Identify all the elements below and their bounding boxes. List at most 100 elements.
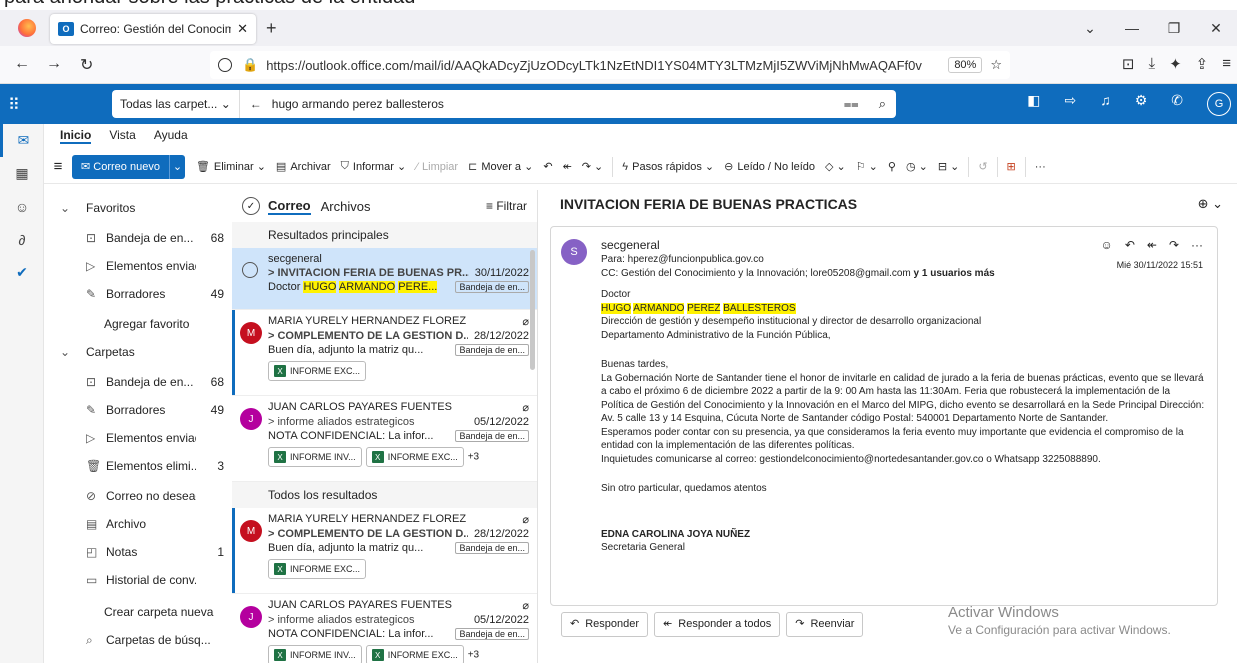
reload-icon[interactable]: ↻ [80,55,93,75]
attach-app-icon[interactable]: ∂ [0,223,44,256]
restore-icon[interactable]: ❐ [1153,20,1195,37]
apps-icon[interactable]: ⊞ [1002,160,1021,173]
folder-archive[interactable]: ▤ Archivo [60,514,224,534]
tab-list-icon[interactable]: ⌄ [1069,20,1111,37]
reply-all-icon[interactable]: ↞ [1147,237,1157,253]
shield-icon[interactable] [218,58,232,72]
read-unread-button[interactable]: ⊖ Leído / No leído [719,160,820,174]
reply-all-icon[interactable]: ↞ [558,160,577,173]
pocket-icon[interactable]: ⊡ [1122,55,1135,73]
tab-ayuda[interactable]: Ayuda [154,128,188,144]
archive-button[interactable]: ▤ Archivar [271,160,336,174]
cc-more[interactable]: y 1 usuarios más [914,268,995,279]
delete-button[interactable]: 🗑 Eliminar ⌄ [191,160,271,174]
attachment-chip[interactable]: X INFORME EXC... [365,645,464,663]
people-app-icon[interactable]: ☺ [0,190,44,223]
search-input[interactable]: hugo armando perez ballesteros [272,97,834,111]
attachment-chip[interactable]: X INFORME INV... [268,645,362,663]
folder-drafts[interactable]: ✎ Borradores 49 [60,400,224,420]
folder-notes[interactable]: ◰ Notas 1 [60,542,224,562]
more-icon[interactable]: ··· [1191,237,1203,253]
tab-files[interactable]: Archivos [321,199,371,214]
tab-mail[interactable]: Correo [268,198,311,215]
forward-meeting-icon[interactable]: ⇨ [1064,92,1076,116]
browser-tab[interactable]: O Correo: Gestión del Conocimien ✕ [50,14,256,44]
more-attachments[interactable]: +3 [468,452,479,463]
search-icon[interactable]: ⌕ [869,96,896,112]
list-item[interactable]: J JUAN CARLOS PAYARES FUENTES ⌀ > informe… [232,396,537,482]
back-icon[interactable]: ← [14,55,30,73]
todo-app-icon[interactable]: ✔ [0,256,44,289]
search-folders[interactable]: ⌕ Carpetas de búsq... [60,630,224,650]
url-text[interactable]: https://outlook.office.com/mail/id/AAQkA… [266,58,940,73]
forward-icon[interactable]: ↷ [1169,237,1179,253]
more-options-icon[interactable]: ··· [1030,161,1051,173]
teams-icon[interactable]: ◧ [1027,92,1040,116]
calendar-app-icon[interactable]: ▦ [0,157,44,190]
close-window-icon[interactable]: ✕ [1195,20,1237,37]
attachment-chip[interactable]: X INFORME EXC... [268,559,367,579]
app-launcher-icon[interactable]: ⠿ [8,95,20,115]
pin-icon[interactable]: ⚲ [883,160,901,173]
attachment-chip[interactable]: X INFORME INV... [268,447,362,467]
tag-icon[interactable]: ◇ ⌄ [820,160,851,173]
downloads-icon[interactable]: ⤓ [1148,55,1155,73]
undo-icon[interactable]: ↺ [973,160,992,173]
account-avatar[interactable]: G [1207,92,1231,116]
filter-button[interactable]: ≡ Filtrar [486,199,527,213]
zoom-icon[interactable]: ⊕ ⌄ [1198,196,1223,212]
emoji-icon[interactable]: ☺ [1101,237,1113,253]
attachment-chip[interactable]: X INFORME EXC... [365,447,464,467]
menu-icon[interactable]: ≡ [1222,55,1231,73]
favorites-header[interactable]: ⌄ Favoritos [60,198,224,218]
new-mail-button[interactable]: ✉ Correo nuevo [72,154,169,179]
select-radio[interactable] [242,262,258,278]
reply-icon[interactable]: ↶ [1125,237,1135,253]
extension-icon[interactable]: ✦ [1169,55,1182,73]
new-mail-dropdown[interactable]: ⌄ [168,154,185,179]
scrollbar[interactable] [530,250,535,370]
bookmark-star-icon[interactable]: ☆ [990,57,1002,73]
folder-deleted[interactable]: 🗑 Elementos elimi... 3 [60,456,224,476]
tips-icon[interactable]: ✆ [1171,92,1183,116]
select-all-toggle[interactable]: ✓ [242,197,260,215]
reply-all-button[interactable]: ↞ Responder a todos [654,612,781,637]
create-folder-link[interactable]: Crear carpeta nueva [60,602,224,622]
list-item[interactable]: M MARIA YURELY HERNANDEZ FLOREZ ⌀ > COMPL… [232,310,537,396]
tab-vista[interactable]: Vista [109,128,135,144]
search-scope-dropdown[interactable]: Todas las carpet... ⌄ [112,90,240,118]
zoom-level[interactable]: 80% [948,57,983,73]
forward-icon[interactable]: ↷ ⌄ [577,160,609,173]
folder-sent[interactable]: ▷ Elementos enviad... [60,428,224,448]
filter-icon[interactable]: ⩵ [834,96,869,112]
forward-button[interactable]: ↷ Reenviar [786,612,864,637]
hamburger-icon[interactable]: ≡ [44,158,72,175]
folder-sent-fav[interactable]: ▷ Elementos enviad... [60,256,224,276]
folder-inbox-fav[interactable]: ⊡ Bandeja de en... 68 [60,228,224,248]
folder-inbox[interactable]: ⊡ Bandeja de en... 68 [60,372,224,392]
forward-icon[interactable]: → [46,55,62,73]
close-tab-icon[interactable]: ✕ [237,21,248,37]
folders-header[interactable]: ⌄ Carpetas [60,342,224,362]
bell-icon[interactable]: ♫ [1100,92,1111,116]
rules-icon[interactable]: ⊟ ⌄ [933,160,965,173]
list-item[interactable]: secgeneral > INVITACION FERIA DE BUENAS … [232,248,537,310]
url-bar[interactable]: 🔒 https://outlook.office.com/mail/id/AAQ… [210,51,1010,79]
list-item[interactable]: M MARIA YURELY HERNANDEZ FLOREZ ⌀ > COMPL… [232,508,537,594]
search-box[interactable]: Todas las carpet... ⌄ ← hugo armando per… [112,90,896,118]
share-icon[interactable]: ⇪ [1196,55,1209,73]
snooze-icon[interactable]: ◷ ⌄ [901,160,933,173]
flag-icon[interactable]: ⚐ ⌄ [851,160,883,173]
settings-icon[interactable]: ⚙ [1135,92,1148,116]
folder-drafts-fav[interactable]: ✎ Borradores 49 [60,284,224,304]
new-tab-icon[interactable]: + [266,18,277,39]
add-favorite-link[interactable]: Agregar favorito [60,314,224,334]
more-attachments[interactable]: +3 [468,650,479,661]
search-back-icon[interactable]: ← [240,97,272,111]
attachment-chip[interactable]: X INFORME EXC... [268,361,367,381]
mail-app-icon[interactable]: ✉ [0,124,44,157]
move-to-button[interactable]: ⊏ Mover a ⌄ [463,160,538,174]
list-item[interactable]: J JUAN CARLOS PAYARES FUENTES ⌀ > informe… [232,594,537,663]
quick-steps-button[interactable]: ϟ Pasos rápidos ⌄ [617,160,719,174]
folder-conversation-history[interactable]: ▭ Historial de conv... [60,570,224,590]
